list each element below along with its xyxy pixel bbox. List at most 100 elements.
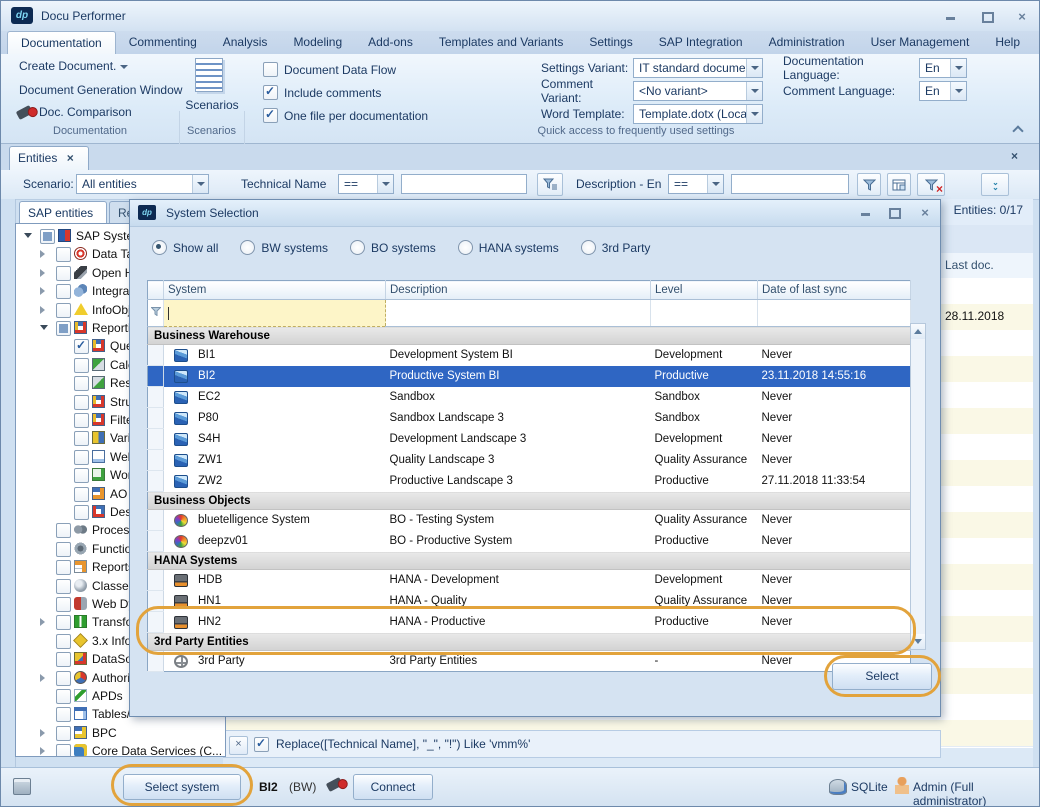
filter-cell[interactable] <box>758 300 911 327</box>
dropdown-arrow-icon[interactable] <box>192 175 208 193</box>
tree-checkbox[interactable] <box>56 579 71 594</box>
tree-checkbox[interactable] <box>74 468 89 483</box>
tree-checkbox[interactable] <box>56 247 71 262</box>
create-document-button[interactable]: Create Document. <box>19 59 128 73</box>
radio-button-icon[interactable] <box>458 240 473 255</box>
tab-entities[interactable]: Entities × <box>9 146 89 170</box>
expander-open-icon[interactable] <box>24 233 32 238</box>
ribbon-tab-user-management[interactable]: User Management <box>858 31 983 54</box>
dialog-close-button[interactable]: × <box>914 205 936 220</box>
tree-checkbox[interactable] <box>74 505 89 520</box>
tab-sap-entities[interactable]: SAP entities <box>19 201 107 223</box>
filter-cell[interactable] <box>651 300 758 327</box>
close-button[interactable]: × <box>1011 9 1033 24</box>
clear-filter-button[interactable]: × <box>917 173 945 196</box>
radio-button-icon[interactable] <box>240 240 255 255</box>
tree-checkbox[interactable] <box>74 358 89 373</box>
expander-closed-icon[interactable] <box>40 618 45 626</box>
description-input[interactable] <box>731 174 849 194</box>
setting-select[interactable]: Template.dotx (Local) <box>633 104 763 124</box>
system-row-bi2[interactable]: BI2Productive System BIProductive23.11.2… <box>148 366 911 387</box>
expander-closed-icon[interactable] <box>40 747 45 755</box>
checkbox-icon[interactable] <box>263 62 278 77</box>
system-row-s4h[interactable]: S4HDevelopment Landscape 3DevelopmentNev… <box>148 429 911 450</box>
system-row-zw1[interactable]: ZW1Quality Landscape 3Quality AssuranceN… <box>148 450 911 471</box>
system-row-ec2[interactable]: EC2SandboxSandboxNever <box>148 387 911 408</box>
filter-window-button[interactable] <box>887 173 911 196</box>
option-document-data-flow[interactable]: Document Data Flow <box>263 58 428 81</box>
dropdown-arrow-icon[interactable] <box>707 175 723 193</box>
ribbon-tab-documentation[interactable]: Documentation <box>7 31 116 54</box>
column-header-system[interactable]: System <box>164 281 386 300</box>
select-system-button[interactable]: Select system <box>123 774 241 800</box>
tab-close-icon[interactable]: × <box>67 151 74 165</box>
table-scrollbar[interactable] <box>910 323 926 650</box>
radio-bo-systems[interactable]: BO systems <box>350 240 436 255</box>
maximize-button[interactable] <box>977 9 999 24</box>
technical-name-input[interactable] <box>401 174 527 194</box>
panel-close-icon[interactable]: × <box>1011 149 1018 163</box>
tree-checkbox[interactable] <box>56 284 71 299</box>
tree-checkbox[interactable] <box>56 671 71 686</box>
ribbon-tab-help[interactable]: Help <box>982 31 1033 54</box>
system-row-hdb[interactable]: HDBHANA - DevelopmentDevelopmentNever <box>148 570 911 591</box>
radio-3rd-party[interactable]: 3rd Party <box>581 240 651 255</box>
tree-checkbox[interactable] <box>56 634 71 649</box>
ribbon-tab-commenting[interactable]: Commenting <box>116 31 210 54</box>
radio-bw-systems[interactable]: BW systems <box>240 240 328 255</box>
column-header-level[interactable]: Level <box>651 281 758 300</box>
tree-checkbox[interactable] <box>74 413 89 428</box>
expander-closed-icon[interactable] <box>40 250 45 258</box>
tree-checkbox[interactable] <box>74 431 89 446</box>
setting-select[interactable]: En <box>919 58 967 78</box>
expander-closed-icon[interactable] <box>40 729 45 737</box>
checkbox-icon[interactable] <box>263 108 278 123</box>
system-row-bi1[interactable]: BI1Development System BIDevelopmentNever <box>148 345 911 366</box>
dropdown-arrow-icon[interactable] <box>377 175 393 193</box>
setting-select[interactable]: En <box>919 81 967 101</box>
tree-checkbox[interactable] <box>56 266 71 281</box>
tree-checkbox[interactable] <box>56 560 71 575</box>
setting-select[interactable]: <No variant> <box>633 81 763 101</box>
option-one-file-per-documentation[interactable]: One file per documentation <box>263 104 428 127</box>
tree-checkbox[interactable] <box>56 523 71 538</box>
collapse-ribbon-button[interactable] <box>1007 123 1029 139</box>
filter-enabled-checkbox[interactable] <box>254 737 269 752</box>
dialog-minimize-button[interactable] <box>854 205 876 220</box>
system-filter-cell[interactable] <box>164 300 386 327</box>
connect-button[interactable]: Connect <box>353 774 433 800</box>
filter-editor-button[interactable] <box>537 173 563 196</box>
radio-button-icon[interactable] <box>152 240 167 255</box>
technical-name-operator-select[interactable]: == <box>338 174 394 194</box>
ribbon-tab-sap-integration[interactable]: SAP Integration <box>646 31 756 54</box>
dropdown-arrow-icon[interactable] <box>950 82 966 100</box>
tree-checkbox[interactable] <box>74 487 89 502</box>
tree-checkbox[interactable] <box>56 321 71 336</box>
system-row-bluetelligence-system[interactable]: bluetelligence SystemBO - Testing System… <box>148 510 911 531</box>
ribbon-tab-settings[interactable]: Settings <box>576 31 645 54</box>
tree-item-core-data-services-c[interactable]: Core Data Services (C... <box>16 742 225 757</box>
tree-checkbox[interactable] <box>56 689 71 704</box>
tree-checkbox[interactable] <box>74 339 89 354</box>
column-header-date-of-last-sync[interactable]: Date of last sync <box>758 281 911 300</box>
tree-checkbox[interactable] <box>56 542 71 557</box>
system-row-hn1[interactable]: HN1HANA - QualityQuality AssuranceNever <box>148 591 911 612</box>
ribbon-tab-modeling[interactable]: Modeling <box>280 31 355 54</box>
system-row-hn2[interactable]: HN2HANA - ProductiveProductiveNever <box>148 612 911 633</box>
expander-closed-icon[interactable] <box>40 306 45 314</box>
tree-checkbox[interactable] <box>56 744 71 757</box>
system-row-zw2[interactable]: ZW2Productive Landscape 3Productive27.11… <box>148 471 911 492</box>
tree-checkbox[interactable] <box>56 707 71 722</box>
remove-filter-button[interactable]: × <box>229 736 248 755</box>
tree-item-bpc[interactable]: BPC <box>16 724 225 742</box>
tree-checkbox[interactable] <box>56 726 71 741</box>
tree-checkbox[interactable] <box>56 615 71 630</box>
scenario-select[interactable]: All entities <box>76 174 209 194</box>
ribbon-tab-add-ons[interactable]: Add-ons <box>355 31 426 54</box>
tree-checkbox[interactable] <box>56 303 71 318</box>
tree-checkbox[interactable] <box>74 376 89 391</box>
expander-closed-icon[interactable] <box>40 674 45 682</box>
scroll-down-button[interactable] <box>911 634 925 649</box>
radio-button-icon[interactable] <box>350 240 365 255</box>
document-generation-window-button[interactable]: Document Generation Window <box>19 83 182 97</box>
